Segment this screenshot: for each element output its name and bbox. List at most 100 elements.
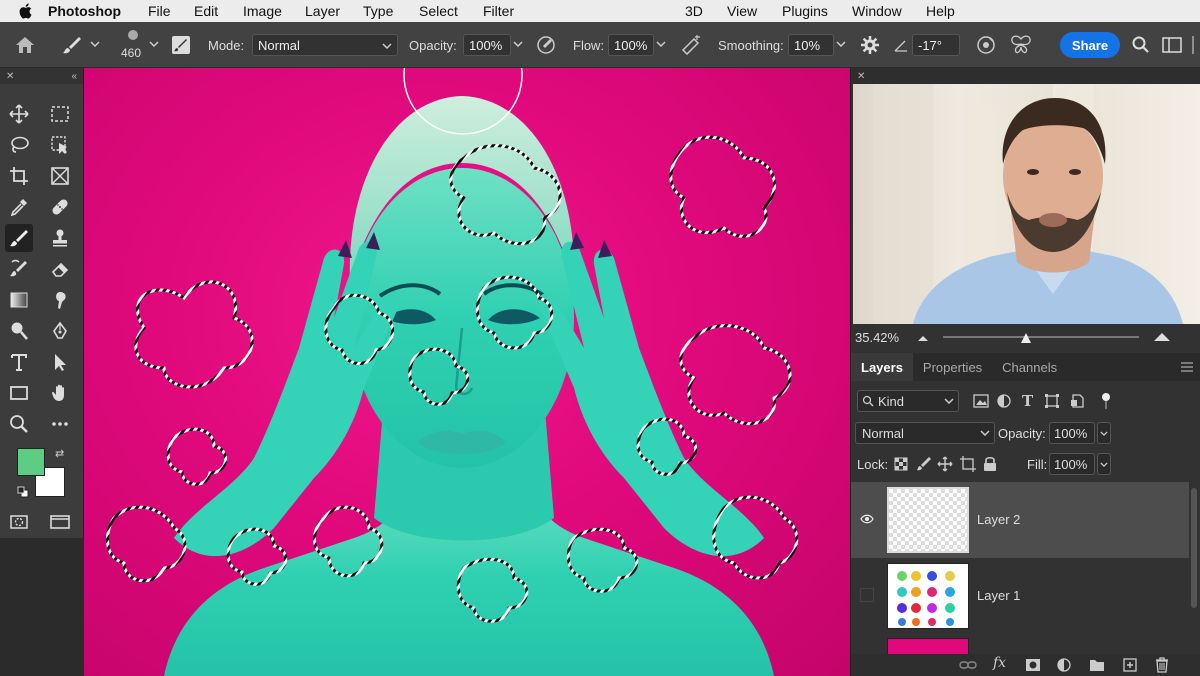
menu-layer[interactable]: Layer [305, 3, 340, 19]
menu-window[interactable]: Window [852, 3, 902, 19]
tab-properties[interactable]: Properties [913, 353, 992, 381]
lock-artboard-icon[interactable] [960, 456, 976, 475]
panel-menu-icon[interactable] [1181, 353, 1200, 381]
eye-icon[interactable] [860, 512, 874, 527]
workspace-icon[interactable] [1160, 34, 1184, 56]
default-colors-icon[interactable] [17, 486, 29, 498]
chevron-down-icon[interactable] [655, 38, 667, 50]
object-selection-tool-icon[interactable] [46, 131, 74, 159]
type-tool-icon[interactable] [5, 348, 33, 376]
document-canvas[interactable] [84, 68, 850, 676]
menu-file[interactable]: File [148, 3, 171, 19]
menu-type[interactable]: Type [363, 3, 393, 19]
brush-tool-preset-icon[interactable] [60, 34, 84, 56]
filter-adjustment-icon[interactable] [997, 394, 1011, 411]
layer-filter-select[interactable]: Kind [857, 390, 959, 412]
gradient-tool-icon[interactable] [5, 286, 33, 314]
lock-pixels-icon[interactable] [916, 456, 932, 475]
layers-scrollbar[interactable] [1191, 488, 1197, 608]
filter-shape-icon[interactable] [1045, 394, 1059, 411]
group-folder-icon[interactable] [1089, 658, 1105, 675]
lock-position-icon[interactable] [937, 456, 953, 475]
filter-smart-object-icon[interactable] [1070, 394, 1084, 411]
brush-tool-icon[interactable] [5, 224, 33, 252]
hand-tool-icon[interactable] [46, 379, 74, 407]
layer-row-background[interactable] [851, 634, 1189, 654]
zoom-slider-thumb[interactable] [1021, 331, 1032, 343]
fill-input[interactable]: 100% [1049, 453, 1095, 475]
smoothing-input[interactable]: 10% [788, 34, 834, 56]
eraser-tool-icon[interactable] [46, 255, 74, 283]
history-brush-tool-icon[interactable] [5, 255, 33, 283]
home-icon[interactable] [14, 35, 36, 55]
layer-opacity-input[interactable]: 100% [1049, 422, 1095, 444]
eyedropper-tool-icon[interactable] [5, 193, 33, 221]
menu-select[interactable]: Select [419, 3, 458, 19]
quick-mask-icon[interactable] [5, 508, 33, 536]
adjustment-layer-icon[interactable] [1057, 658, 1071, 675]
flow-input[interactable]: 100% [608, 34, 654, 56]
healing-brush-tool-icon[interactable] [46, 193, 74, 221]
chevron-down-icon[interactable] [89, 38, 101, 50]
filter-pixel-icon[interactable] [973, 394, 989, 411]
visibility-toggle[interactable] [860, 588, 874, 602]
smudge-tool-icon[interactable] [46, 286, 74, 314]
lock-transparent-icon[interactable] [894, 457, 908, 474]
clone-stamp-tool-icon[interactable] [46, 224, 74, 252]
swap-colors-icon[interactable]: ⇄ [55, 447, 64, 460]
options-overflow-icon[interactable] [1188, 36, 1198, 54]
zoom-tool-icon[interactable] [5, 410, 33, 438]
pressure-opacity-icon[interactable] [535, 34, 557, 56]
blend-mode-select[interactable]: Normal [855, 422, 995, 444]
tab-channels[interactable]: Channels [992, 353, 1067, 381]
share-button[interactable]: Share [1060, 32, 1120, 58]
mode-select[interactable]: Normal [252, 34, 398, 56]
menu-edit[interactable]: Edit [194, 3, 218, 19]
close-icon[interactable]: ✕ [6, 71, 14, 82]
collapse-icon[interactable]: « [71, 71, 77, 82]
more-tools-icon[interactable] [46, 410, 74, 438]
apple-icon[interactable] [18, 3, 34, 19]
filter-type-icon[interactable]: T [1022, 392, 1033, 410]
fx-icon[interactable]: fx [993, 655, 1006, 671]
move-tool-icon[interactable] [5, 100, 33, 128]
layer-row-layer-1[interactable]: Layer 1 [851, 558, 1189, 634]
zoom-value[interactable]: 35.42% [855, 330, 899, 345]
gear-icon[interactable] [859, 34, 881, 56]
chevron-down-icon[interactable] [835, 38, 847, 50]
trash-icon[interactable] [1155, 657, 1169, 676]
marquee-tool-icon[interactable] [46, 100, 74, 128]
path-selection-tool-icon[interactable] [46, 348, 74, 376]
menu-3d[interactable]: 3D [685, 3, 703, 19]
search-icon[interactable] [1130, 34, 1152, 56]
tab-layers[interactable]: Layers [851, 353, 913, 381]
chevron-down-icon[interactable] [1097, 422, 1111, 444]
chevron-down-icon[interactable] [1097, 453, 1111, 475]
screen-mode-icon[interactable] [46, 508, 74, 536]
add-mask-icon[interactable] [1025, 658, 1041, 675]
opacity-input[interactable]: 100% [463, 34, 511, 56]
chevron-down-icon[interactable] [148, 38, 160, 50]
app-menu[interactable]: Photoshop [48, 3, 121, 19]
menu-plugins[interactable]: Plugins [782, 3, 828, 19]
angle-input[interactable]: -17° [912, 34, 960, 56]
symmetry-butterfly-icon[interactable] [1008, 34, 1034, 56]
new-layer-icon[interactable] [1123, 658, 1137, 675]
lasso-tool-icon[interactable] [5, 131, 33, 159]
rectangle-tool-icon[interactable] [5, 379, 33, 407]
frame-tool-icon[interactable] [46, 162, 74, 190]
menu-view[interactable]: View [727, 3, 757, 19]
zoom-in-icon[interactable] [1153, 330, 1171, 345]
lock-all-icon[interactable] [983, 456, 997, 475]
menu-filter[interactable]: Filter [483, 3, 514, 19]
layer-name[interactable]: Layer 2 [977, 512, 1020, 527]
menu-image[interactable]: Image [243, 3, 282, 19]
link-layers-icon[interactable] [959, 658, 977, 675]
close-icon[interactable]: ✕ [857, 71, 865, 82]
airbrush-icon[interactable] [679, 34, 703, 56]
brush-settings-icon[interactable] [170, 34, 192, 56]
zoom-out-icon[interactable] [917, 330, 929, 345]
dodge-tool-icon[interactable] [5, 317, 33, 345]
brush-tip-icon[interactable] [121, 28, 145, 42]
filter-toggle-icon[interactable] [1101, 392, 1111, 413]
